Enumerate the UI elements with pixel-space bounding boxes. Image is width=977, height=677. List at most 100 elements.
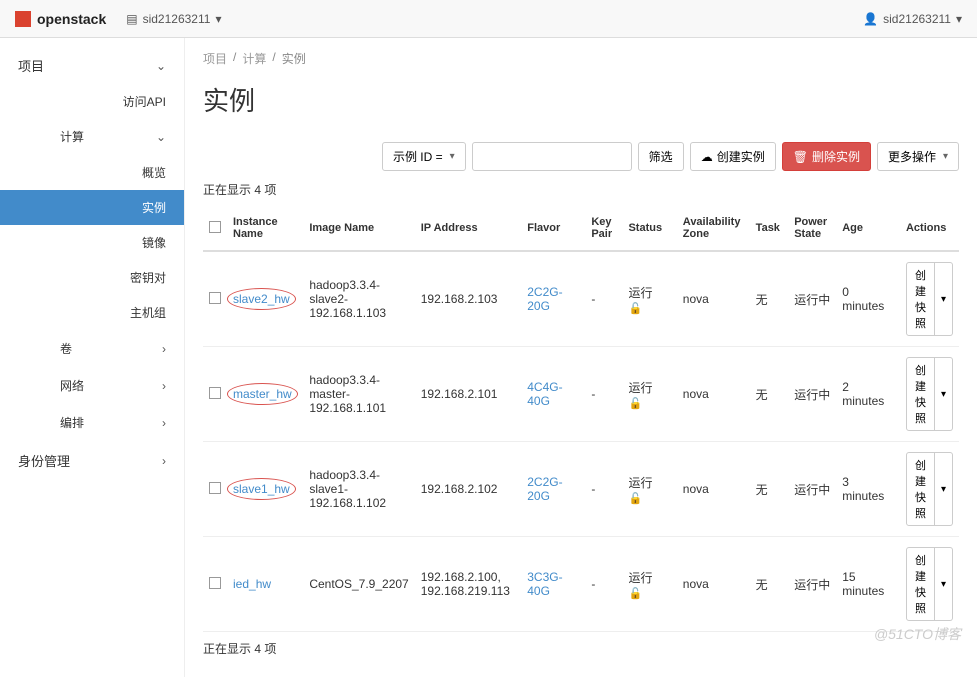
user-name: sid21263211 bbox=[883, 12, 951, 26]
toolbar: 示例 ID = 筛选 ☁ 创建实例 🗑 删除实例 更多操作 bbox=[203, 142, 959, 171]
instance-name-link[interactable]: slave2_hw bbox=[227, 251, 303, 347]
col-image-name[interactable]: Image Name bbox=[303, 206, 414, 251]
power-cell: 运行中 bbox=[788, 537, 836, 632]
breadcrumb-compute[interactable]: 计算 bbox=[242, 50, 266, 67]
sidebar-compute[interactable]: 计算⌄ bbox=[0, 118, 184, 155]
showing-count-bottom: 正在显示 4 项 bbox=[203, 640, 959, 657]
select-all-checkbox[interactable] bbox=[209, 221, 221, 233]
power-cell: 运行中 bbox=[788, 347, 836, 442]
lock-icon: 🔓 bbox=[628, 588, 642, 600]
row-actions-dropdown[interactable]: ▾ bbox=[935, 452, 953, 526]
sidebar-identity[interactable]: 身份管理› bbox=[0, 441, 184, 480]
task-cell: 无 bbox=[750, 347, 789, 442]
instance-name-link[interactable]: slave1_hw bbox=[227, 442, 303, 537]
more-actions-button[interactable]: 更多操作 bbox=[877, 142, 959, 171]
instance-name-link[interactable]: ied_hw bbox=[227, 537, 303, 632]
logo-icon bbox=[15, 11, 31, 27]
top-header: openstack ▤ sid21263211 ▾ 👤 sid21263211 … bbox=[0, 0, 977, 38]
sidebar-network[interactable]: 网络› bbox=[0, 367, 184, 404]
trash-icon: 🗑 bbox=[793, 150, 808, 164]
col-az[interactable]: Availability Zone bbox=[677, 206, 750, 251]
lock-icon: 🔓 bbox=[628, 493, 642, 505]
chevron-down-icon: ⌄ bbox=[156, 130, 166, 144]
lock-icon: 🔓 bbox=[628, 303, 642, 315]
filter-field-dropdown[interactable]: 示例 ID = bbox=[382, 142, 466, 171]
col-ip[interactable]: IP Address bbox=[415, 206, 522, 251]
row-actions-dropdown[interactable]: ▾ bbox=[935, 357, 953, 431]
project-selector[interactable]: ▤ sid21263211 ▾ bbox=[126, 12, 221, 26]
breadcrumb: 项目 / 计算 / 实例 bbox=[203, 50, 959, 67]
image-name-cell: hadoop3.3.4-slave1-192.168.1.102 bbox=[303, 442, 414, 537]
task-cell: 无 bbox=[750, 442, 789, 537]
create-instance-button[interactable]: ☁ 创建实例 bbox=[690, 142, 776, 171]
age-cell: 2 minutes bbox=[836, 347, 900, 442]
chevron-down-icon: ▾ bbox=[215, 12, 221, 26]
chevron-right-icon: › bbox=[162, 454, 166, 468]
az-cell: nova bbox=[677, 251, 750, 347]
row-checkbox[interactable] bbox=[209, 482, 221, 494]
filter-button[interactable]: 筛选 bbox=[638, 142, 684, 171]
col-actions: Actions bbox=[900, 206, 959, 251]
col-flavor[interactable]: Flavor bbox=[521, 206, 585, 251]
brand-logo[interactable]: openstack bbox=[15, 11, 106, 27]
main-content: 项目 / 计算 / 实例 实例 示例 ID = 筛选 ☁ 创建实例 🗑 删除实例… bbox=[185, 38, 977, 677]
col-keypair[interactable]: Key Pair bbox=[585, 206, 622, 251]
snapshot-button[interactable]: 创建快照 bbox=[906, 547, 935, 621]
user-menu[interactable]: 👤 sid21263211 ▾ bbox=[863, 12, 962, 26]
sidebar-instances[interactable]: 实例 bbox=[0, 190, 184, 225]
breadcrumb-project[interactable]: 项目 bbox=[203, 50, 227, 67]
keypair-cell: - bbox=[585, 251, 622, 347]
keypair-cell: - bbox=[585, 347, 622, 442]
col-status[interactable]: Status bbox=[622, 206, 676, 251]
ip-cell: 192.168.2.102 bbox=[415, 442, 522, 537]
snapshot-button[interactable]: 创建快照 bbox=[906, 262, 935, 336]
row-checkbox[interactable] bbox=[209, 292, 221, 304]
flavor-link[interactable]: 2C2G-20G bbox=[521, 442, 585, 537]
sidebar-orchestration[interactable]: 编排› bbox=[0, 404, 184, 441]
instance-name-link[interactable]: master_hw bbox=[227, 347, 303, 442]
row-checkbox[interactable] bbox=[209, 577, 221, 589]
snapshot-button[interactable]: 创建快照 bbox=[906, 357, 935, 431]
age-cell: 15 minutes bbox=[836, 537, 900, 632]
ip-cell: 192.168.2.100, 192.168.219.113 bbox=[415, 537, 522, 632]
col-task[interactable]: Task bbox=[750, 206, 789, 251]
flavor-link[interactable]: 2C2G-20G bbox=[521, 251, 585, 347]
sidebar-keypairs[interactable]: 密钥对 bbox=[0, 260, 184, 295]
image-name-cell: CentOS_7.9_2207 bbox=[303, 537, 414, 632]
lock-icon: 🔓 bbox=[628, 398, 642, 410]
filter-input[interactable] bbox=[472, 142, 632, 171]
ip-cell: 192.168.2.101 bbox=[415, 347, 522, 442]
table-row: ied_hw CentOS_7.9_2207 192.168.2.100, 19… bbox=[203, 537, 959, 632]
page-title: 实例 bbox=[203, 81, 959, 118]
status-cell: 运行 🔓 bbox=[622, 251, 676, 347]
chevron-right-icon: › bbox=[162, 342, 166, 356]
chevron-down-icon: ⌄ bbox=[156, 59, 166, 73]
age-cell: 0 minutes bbox=[836, 251, 900, 347]
power-cell: 运行中 bbox=[788, 251, 836, 347]
flavor-link[interactable]: 4C4G-40G bbox=[521, 347, 585, 442]
sidebar-volumes[interactable]: 卷› bbox=[0, 330, 184, 367]
flavor-link[interactable]: 3C3G-40G bbox=[521, 537, 585, 632]
sidebar-overview[interactable]: 概览 bbox=[0, 155, 184, 190]
row-actions-dropdown[interactable]: ▾ bbox=[935, 262, 953, 336]
snapshot-button[interactable]: 创建快照 bbox=[906, 452, 935, 526]
sidebar-hostgroups[interactable]: 主机组 bbox=[0, 295, 184, 330]
image-name-cell: hadoop3.3.4-master-192.168.1.101 bbox=[303, 347, 414, 442]
row-actions-dropdown[interactable]: ▾ bbox=[935, 547, 953, 621]
delete-instance-button[interactable]: 🗑 删除实例 bbox=[782, 142, 871, 171]
sidebar-access-api[interactable]: 访问API bbox=[0, 85, 184, 118]
status-cell: 运行 🔓 bbox=[622, 442, 676, 537]
status-cell: 运行 🔓 bbox=[622, 537, 676, 632]
chevron-down-icon: ▾ bbox=[956, 12, 962, 26]
age-cell: 3 minutes bbox=[836, 442, 900, 537]
row-checkbox[interactable] bbox=[209, 387, 221, 399]
col-power[interactable]: Power State bbox=[788, 206, 836, 251]
cloud-icon: ☁ bbox=[701, 150, 713, 164]
task-cell: 无 bbox=[750, 251, 789, 347]
col-instance-name[interactable]: Instance Name bbox=[227, 206, 303, 251]
instances-table: Instance Name Image Name IP Address Flav… bbox=[203, 206, 959, 632]
col-age[interactable]: Age bbox=[836, 206, 900, 251]
sidebar-images[interactable]: 镜像 bbox=[0, 225, 184, 260]
watermark: @51CTO博客 bbox=[874, 624, 961, 644]
sidebar-project[interactable]: 项目⌄ bbox=[0, 46, 184, 85]
